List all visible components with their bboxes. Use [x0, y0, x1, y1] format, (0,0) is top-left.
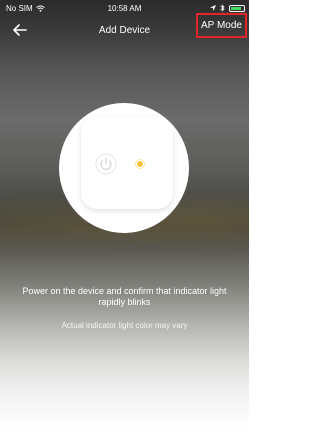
device-panel	[81, 117, 173, 209]
location-icon	[210, 5, 216, 11]
instruction-text: Power on the device and confirm that ind…	[22, 286, 227, 307]
power-icon	[95, 153, 117, 175]
battery-icon	[229, 4, 245, 12]
bluetooth-icon	[220, 4, 225, 12]
indicator-light-icon	[135, 159, 145, 169]
note-text: Actual indicator light color may vary	[61, 321, 188, 330]
ap-mode-button[interactable]: AP Mode	[196, 13, 247, 38]
device-illustration	[59, 103, 189, 233]
